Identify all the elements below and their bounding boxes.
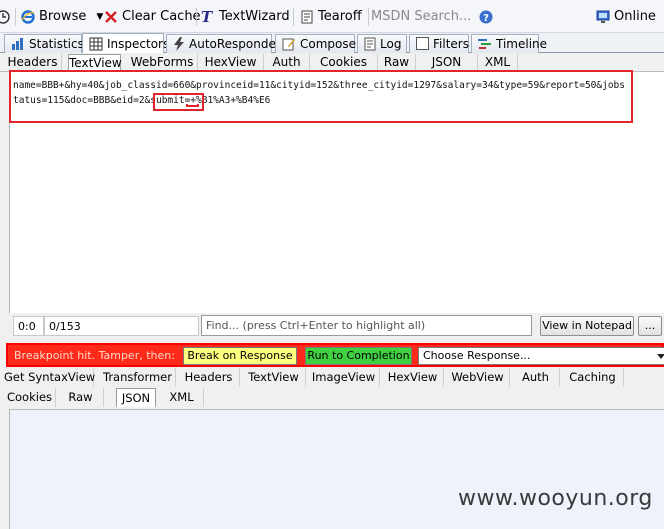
left-margin [0,72,9,529]
textwizard-label: TextWizard [219,9,290,24]
textwizard-button[interactable]: T TextWizard [201,7,290,27]
request-tab-hexview[interactable]: HexView [198,54,264,71]
response-tab-xml[interactable]: XML [160,388,204,407]
tab-autoresponder[interactable]: AutoResponder [166,34,281,53]
tearoff-icon [300,10,314,24]
replay-button[interactable] [0,7,10,27]
choose-response-value: Choose Response... [423,349,531,362]
composer-icon [282,37,296,51]
textview-status-bar: 0:0 0/153 View in Notepad ... [0,313,664,340]
response-tab-webview[interactable]: WebView [446,368,510,387]
response-tab-get-syntaxview[interactable]: Get SyntaxView [4,368,95,387]
request-tab-headers[interactable]: Headers [4,54,62,71]
request-tab-xml[interactable]: XML [478,54,518,71]
response-tab-textview[interactable]: TextView [242,368,306,387]
browse-button[interactable]: Browse ▼ [21,7,103,27]
response-json-view[interactable] [9,409,664,529]
char-count: 0/153 [44,316,199,336]
response-tab-raw[interactable]: Raw [58,388,104,407]
toolbar: Browse ▼ Clear Cache T TextWizard Tearof… [0,0,664,33]
request-tab-webforms[interactable]: WebForms [127,54,198,71]
chevron-down-icon[interactable]: ▼ [96,7,103,27]
caret-position: 0:0 [13,316,44,336]
request-tab-raw[interactable]: Raw [378,54,416,71]
chevron-down-icon [657,354,664,359]
request-textview[interactable]: name=BBB+&hy=40&job_classid=660&province… [9,72,664,313]
break-on-response-label: Break on Response [187,349,293,362]
response-tab-headers[interactable]: Headers [178,368,240,387]
more-options-button[interactable]: ... [638,316,662,336]
tearoff-button[interactable]: Tearoff [300,7,362,27]
tab-autoresponder-label: AutoResponder [189,37,281,51]
response-tab-imageview[interactable]: ImageView [308,368,380,387]
timeline-icon [478,37,492,51]
tab-composer-label: Composer [300,37,361,51]
response-tab-hexview[interactable]: HexView [382,368,444,387]
browse-label: Browse [39,9,87,24]
tab-timeline[interactable]: Timeline [471,34,547,53]
lightning-icon [173,37,185,51]
response-tab-cookies[interactable]: Cookies [4,388,56,407]
log-icon [364,37,376,51]
watermark-text: www.wooyun.org [458,486,653,511]
svg-text:?: ? [483,13,489,24]
clear-cache-label: Clear Cache [122,9,201,24]
tab-statistics[interactable]: Statistics [4,34,84,53]
response-tab-json[interactable]: JSON [116,388,156,407]
tab-timeline-label: Timeline [496,37,548,51]
online-indicator[interactable]: Online [596,7,656,27]
run-to-completion-label: Run to Completion [307,349,410,362]
response-inspector-tabs: Get SyntaxView Transformer Headers TextV… [0,367,664,409]
break-on-response-button[interactable]: Break on Response [183,347,297,365]
tearoff-label: Tearoff [318,9,362,24]
request-body-text[interactable]: name=BBB+&hy=40&job_classid=660&province… [13,78,629,108]
choose-response-select[interactable]: Choose Response... [418,347,664,365]
request-tab-textview[interactable]: TextView [68,54,122,71]
help-button[interactable]: ? [479,7,493,27]
clock-icon [0,10,10,24]
tab-log-label: Log [380,37,402,51]
breakpoint-label: Breakpoint hit. Tamper, then: [14,349,175,362]
ie-browser-icon [21,10,35,24]
request-inspector-tabs: Headers TextView WebForms HexView Auth C… [0,53,664,72]
tab-inspectors-label: Inspectors [107,37,170,51]
clear-cache-button[interactable]: Clear Cache [104,7,201,27]
tab-composer[interactable]: Composer [275,34,361,53]
statistics-icon [11,37,25,51]
request-tab-cookies[interactable]: Cookies [310,54,378,71]
textwizard-icon: T [201,8,213,26]
inspectors-icon [89,37,103,51]
breakpoint-bar: Breakpoint hit. Tamper, then: Break on R… [6,343,664,367]
response-tab-caching[interactable]: Caching [562,368,624,387]
help-icon: ? [479,10,493,24]
tab-filters-label: Filters [433,37,469,51]
run-to-completion-button[interactable]: Run to Completion [305,347,412,365]
view-in-notepad-button[interactable]: View in Notepad [540,316,634,336]
filters-checkbox-icon [416,37,429,51]
tab-statistics-label: Statistics [29,37,84,51]
clear-cache-icon [104,10,118,24]
online-label: Online [614,9,656,24]
tab-inspectors[interactable]: Inspectors [82,33,169,54]
response-tab-transformer[interactable]: Transformer [100,368,176,387]
request-tab-json[interactable]: JSON [416,54,478,71]
tab-log[interactable]: Log [357,34,407,53]
network-icon [596,10,610,24]
find-input[interactable] [201,315,532,336]
response-tab-auth[interactable]: Auth [512,368,560,387]
main-tabs: Statistics Inspectors AutoResponder Comp… [0,33,664,54]
request-tab-auth[interactable]: Auth [264,54,310,71]
tab-filters[interactable]: Filters [409,34,469,53]
